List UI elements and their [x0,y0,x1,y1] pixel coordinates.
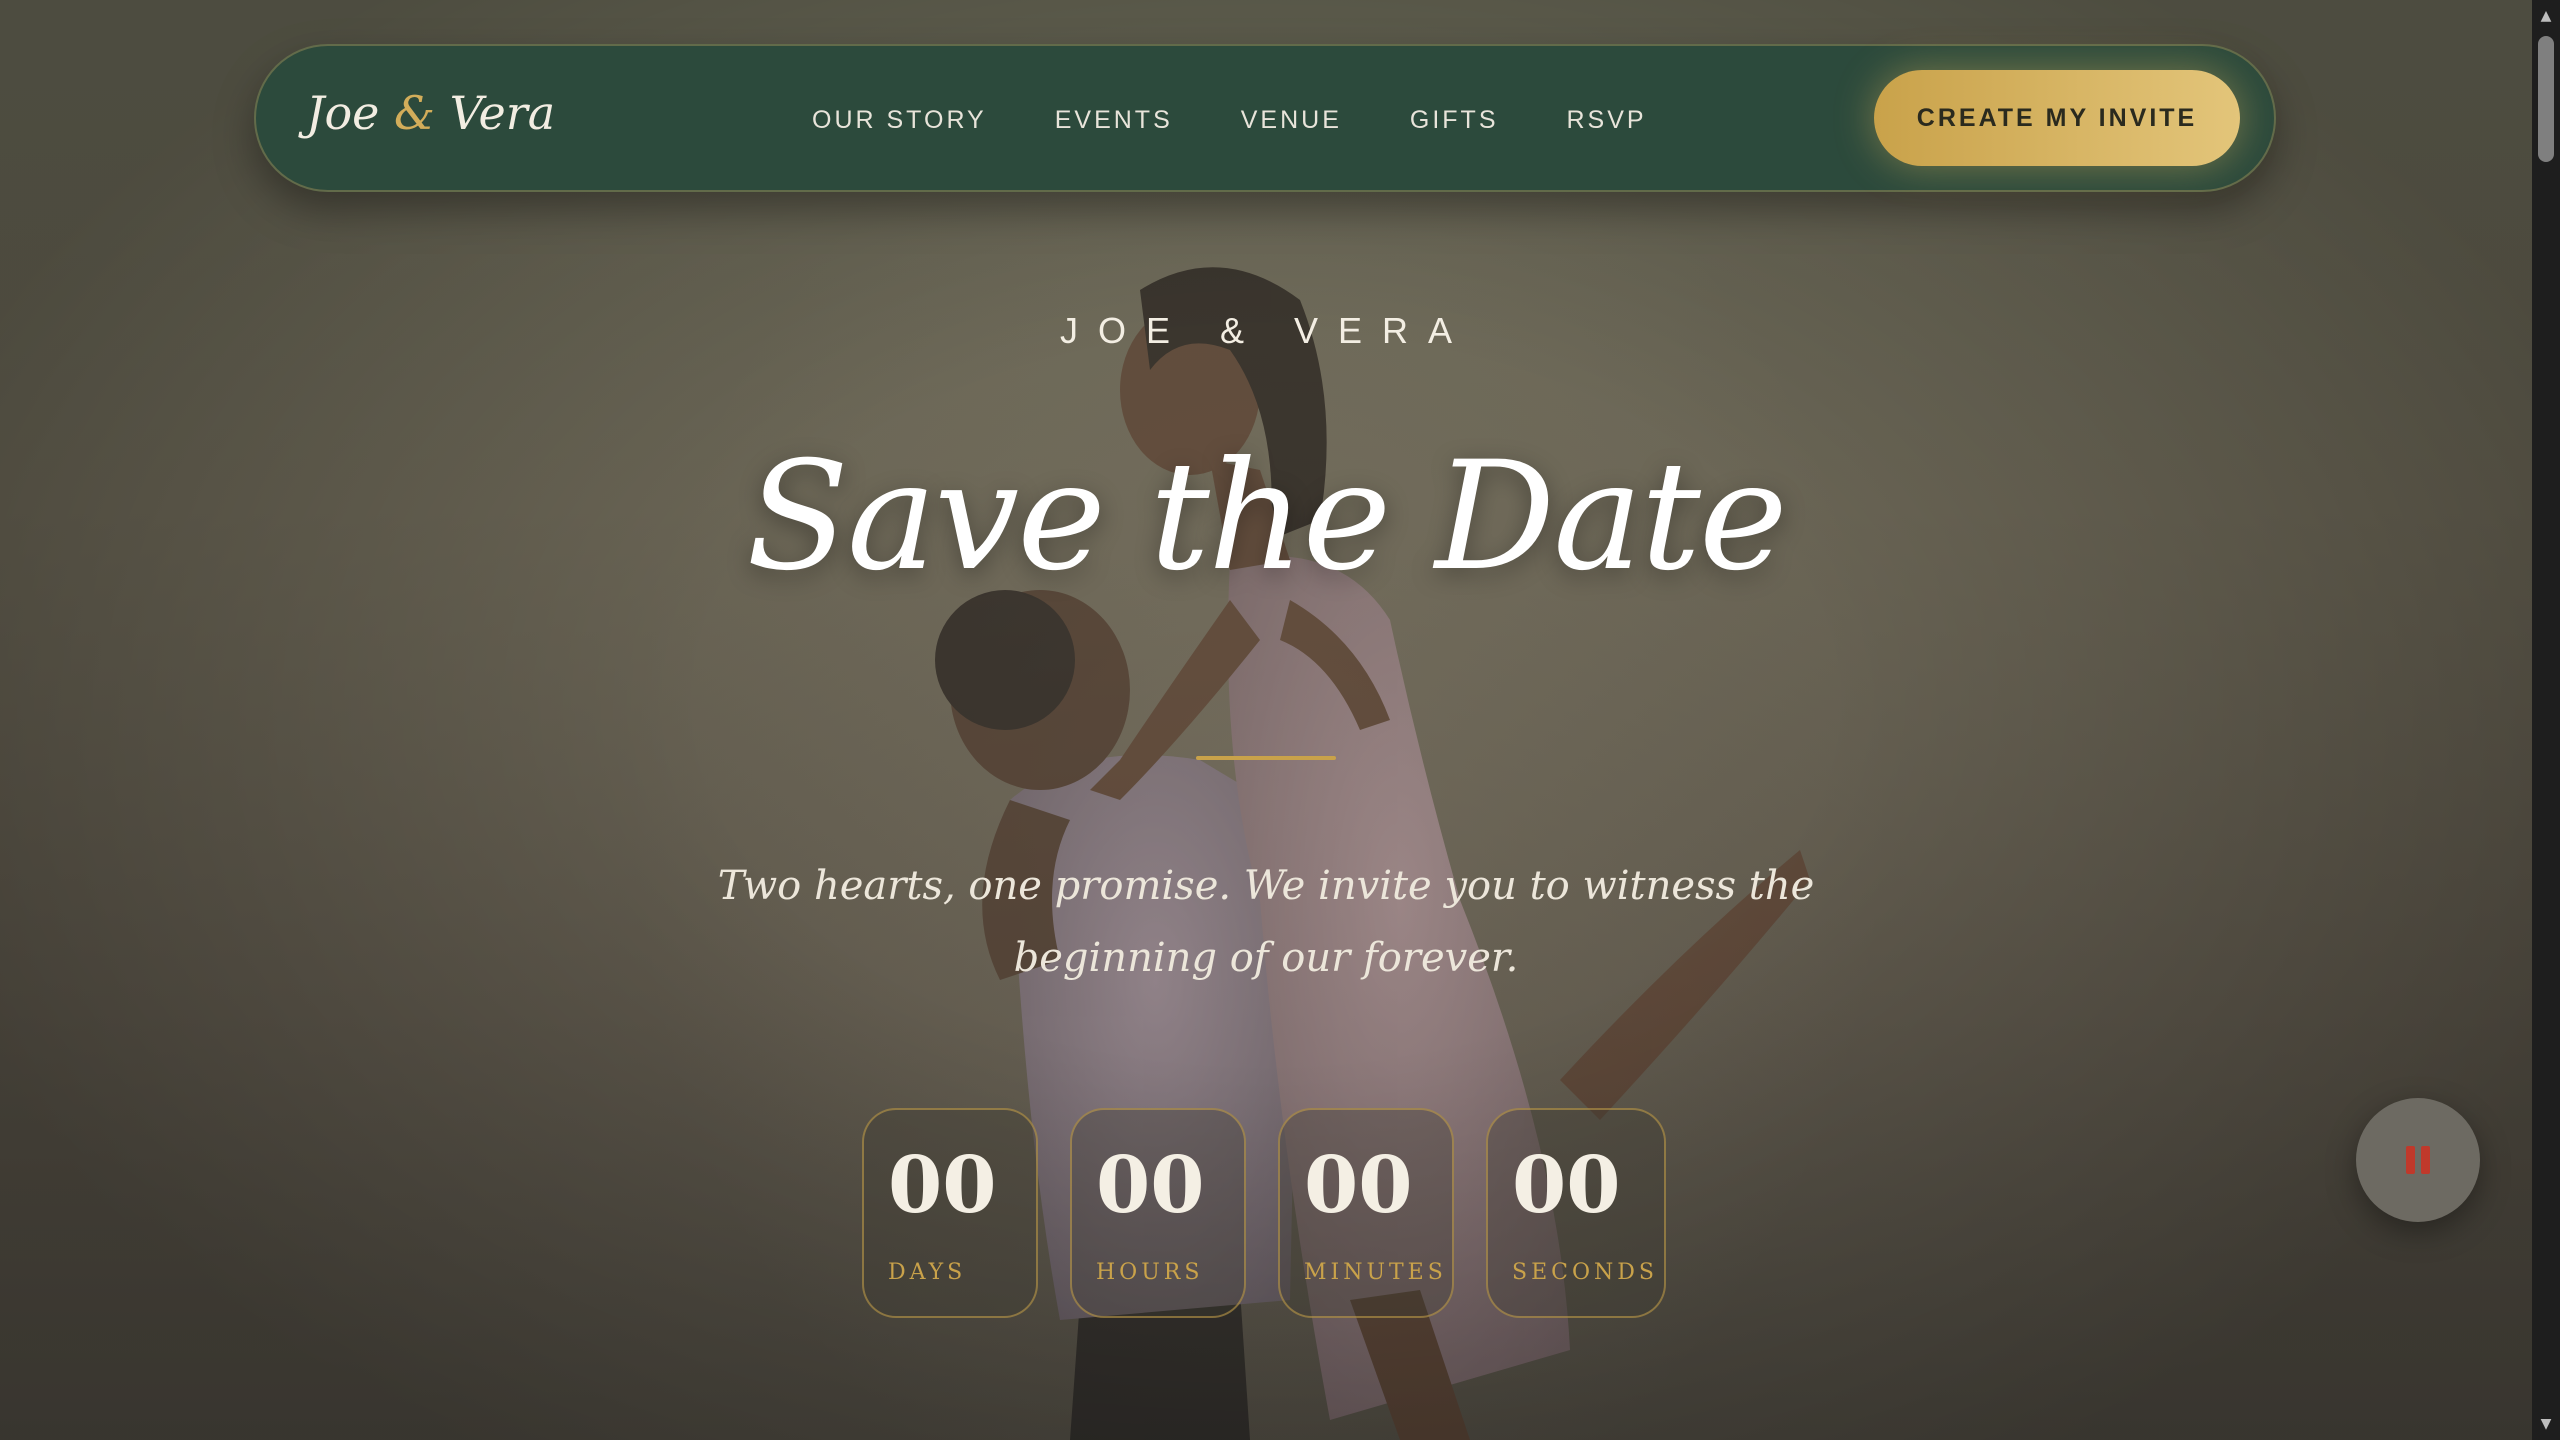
countdown-hours-value: 00 [1096,1140,1205,1231]
scrollbar-thumb[interactable] [2538,36,2554,162]
nav-link-venue[interactable]: VENUE [1241,106,1342,135]
hero-section: JOE & VERA Save the Date Two hearts, one… [0,0,2532,1440]
page-title: Save the Date [746,430,1787,604]
scrollbar[interactable]: ▲ ▼ [2532,0,2560,1440]
nav-links: OUR STORY EVENTS VENUE GIFTS RSVP [812,46,1647,194]
countdown-seconds-value: 00 [1512,1140,1621,1231]
scroll-down-arrow-icon[interactable]: ▼ [2532,1412,2560,1436]
logo[interactable]: Joe & Vera [306,86,555,140]
logo-second-name: Vera [449,86,556,140]
scroll-up-arrow-icon[interactable]: ▲ [2532,4,2560,28]
logo-ampersand: & [393,86,435,140]
countdown-days: 00 DAYS [862,1108,1038,1318]
countdown-days-label: DAYS [888,1260,967,1285]
countdown-minutes-value: 00 [1304,1140,1413,1231]
music-pause-button[interactable] [2356,1098,2480,1222]
navbar: Joe & Vera OUR STORY EVENTS VENUE GIFTS … [254,44,2276,192]
countdown-hours-label: HOURS [1096,1260,1204,1285]
couple-names-eyebrow: JOE & VERA [1059,310,1473,351]
countdown-hours: 00 HOURS [1070,1108,1246,1318]
countdown-days-value: 00 [888,1140,997,1231]
logo-first-name: Joe [306,86,380,140]
nav-link-events[interactable]: EVENTS [1055,106,1173,135]
nav-link-our-story[interactable]: OUR STORY [812,106,987,135]
countdown-minutes-label: MINUTES [1304,1260,1447,1285]
create-invite-button[interactable]: CREATE MY INVITE [1874,70,2240,166]
countdown-seconds-label: SECONDS [1512,1260,1658,1285]
countdown: 00 DAYS 00 HOURS 00 MINUTES 00 SECONDS [862,1108,1666,1318]
pause-icon [2406,1146,2430,1174]
tagline: Two hearts, one promise. We invite you t… [717,863,1815,981]
countdown-seconds: 00 SECONDS [1486,1108,1666,1318]
nav-link-rsvp[interactable]: RSVP [1567,106,1647,135]
countdown-minutes: 00 MINUTES [1278,1108,1454,1318]
nav-link-gifts[interactable]: GIFTS [1410,106,1499,135]
title-divider [1196,756,1336,760]
